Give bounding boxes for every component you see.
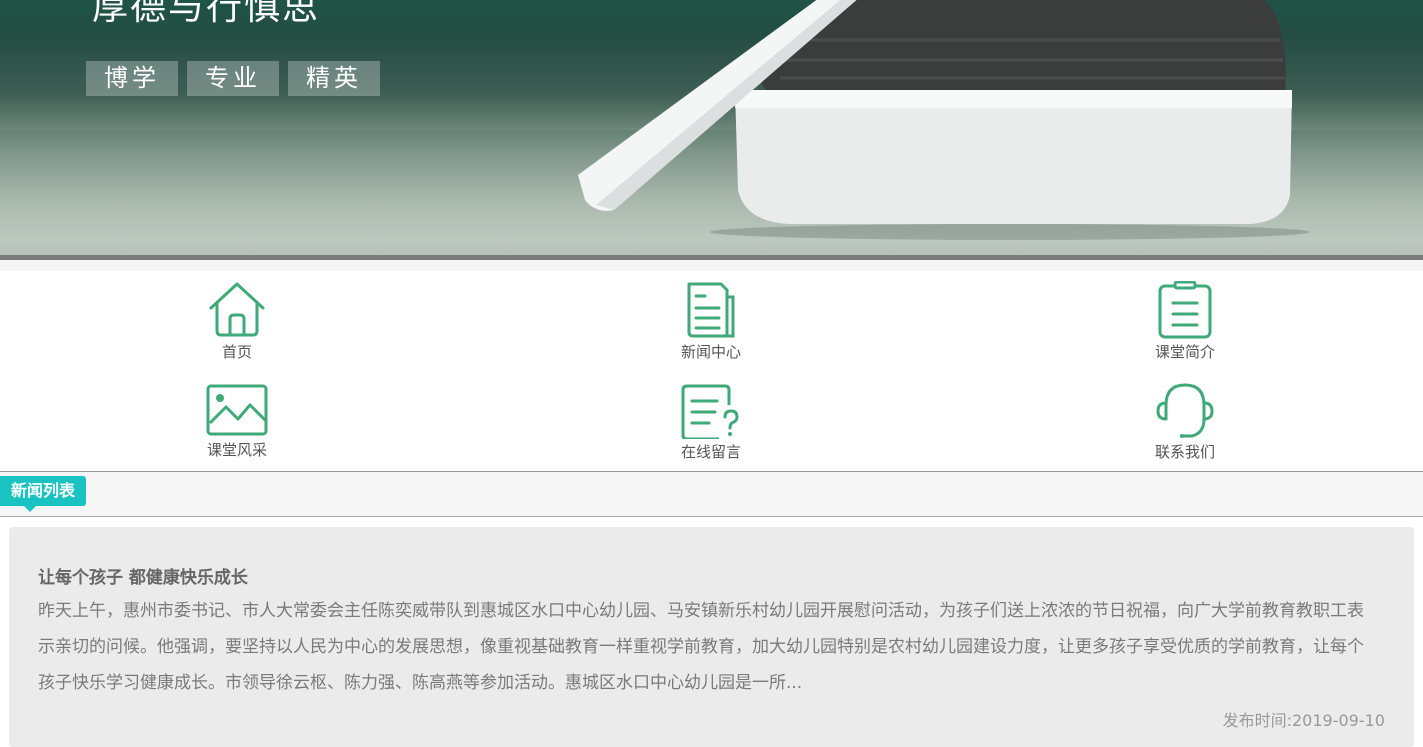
banner-headline: 厚德与行慎思 [92,0,321,28]
nav-item-label: 首页 [221,343,252,361]
nav-item-label: 新闻中心 [680,343,741,361]
nav-item-online-message[interactable]: 在线留言 [631,383,791,462]
banner-tags: 博学 专业 精英 [86,61,380,96]
news-publish-date: 发布时间:2019-09-10 [1222,711,1385,730]
hero-banner: 厚德与行慎思 博学 专业 精英 [0,0,1423,260]
nav-item-class-gallery[interactable]: 课堂风采 [157,383,317,460]
chalk-eraser-illustration [578,0,1310,240]
image-icon [206,384,268,436]
section-title-tag: 新闻列表 [0,476,87,512]
banner-tag: 博学 [86,61,178,96]
news-title[interactable]: 让每个孩子 都健康快乐成长 [38,563,248,588]
nav-item-contact-us[interactable]: 联系我们 [1105,381,1265,462]
news-document-icon [687,282,735,338]
news-list-header: 新闻列表 [0,472,1423,517]
home-icon [209,282,265,337]
banner-tag: 精英 [288,61,380,96]
headset-icon [1156,383,1214,438]
nav-item-class-intro[interactable]: 课堂简介 [1105,281,1265,362]
nav-item-news-center[interactable]: 新闻中心 [631,281,791,362]
banner-tag: 专业 [187,61,279,96]
icon-nav-grid: 首页 新闻中心 课堂简介 课堂风采 在线留言 联系我们 [0,271,1423,471]
news-card[interactable]: 让每个孩子 都健康快乐成长 昨天上午，惠州市委书记、市人大常委会主任陈奕威带队到… [9,527,1414,747]
nav-item-label: 联系我们 [1154,443,1215,461]
nav-item-label: 在线留言 [680,443,741,461]
clipboard-icon [1158,281,1212,339]
message-question-icon [681,384,739,439]
news-summary: 昨天上午，惠州市委书记、市人大常委会主任陈奕威带队到惠城区水口中心幼儿园、马安镇… [38,601,1364,693]
nav-item-home[interactable]: 首页 [157,281,317,362]
nav-item-label: 课堂简介 [1154,343,1215,361]
nav-item-label: 课堂风采 [206,441,267,459]
banner-gap [0,260,1423,271]
